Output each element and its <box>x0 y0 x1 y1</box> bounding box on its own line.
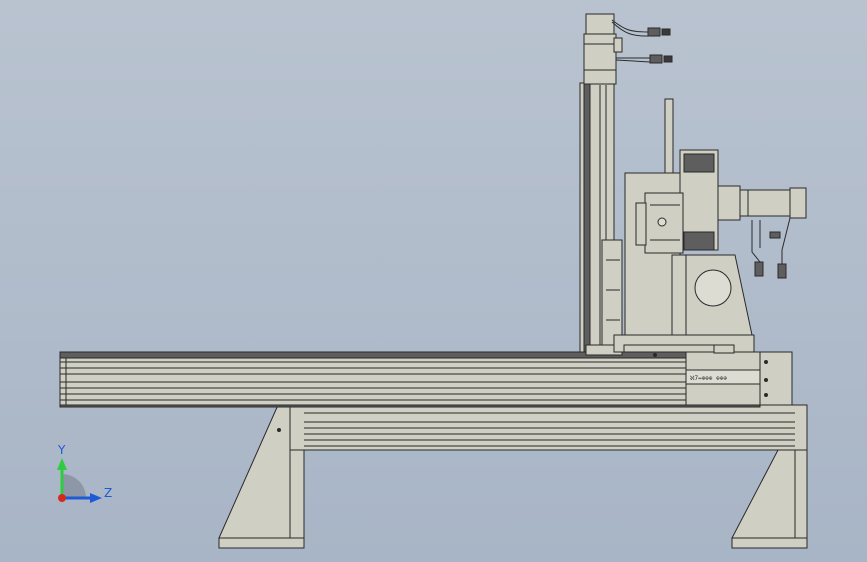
x-axis-dot <box>58 494 66 502</box>
cad-model-view[interactable]: ℵ7↔⊕⊕⊕ ⊕⊕⊕ Y Z <box>0 0 867 562</box>
lower-beam[interactable] <box>289 404 808 451</box>
y-axis-label: Y <box>57 443 66 457</box>
main-horizontal-rail[interactable] <box>59 351 761 408</box>
rail-name-plate: ℵ7↔⊕⊕⊕ ⊕⊕⊕ <box>690 375 727 382</box>
cad-viewport[interactable]: ℵ7↔⊕⊕⊕ ⊕⊕⊕ Y Z <box>0 0 867 562</box>
z-axis-label: Z <box>104 486 112 500</box>
horizontal-motor[interactable] <box>717 185 807 221</box>
